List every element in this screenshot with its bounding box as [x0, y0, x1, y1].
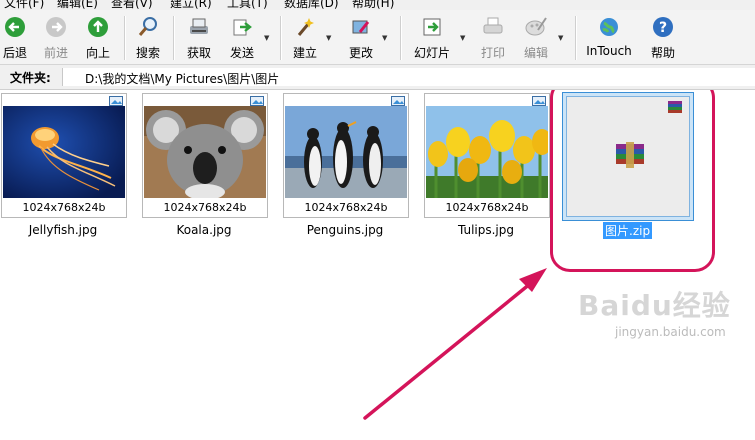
- watermark-url: jingyan.baidu.com: [615, 325, 726, 339]
- watermark-logo: Baidu经验: [578, 289, 731, 322]
- annotation-arrow-icon: [363, 268, 547, 420]
